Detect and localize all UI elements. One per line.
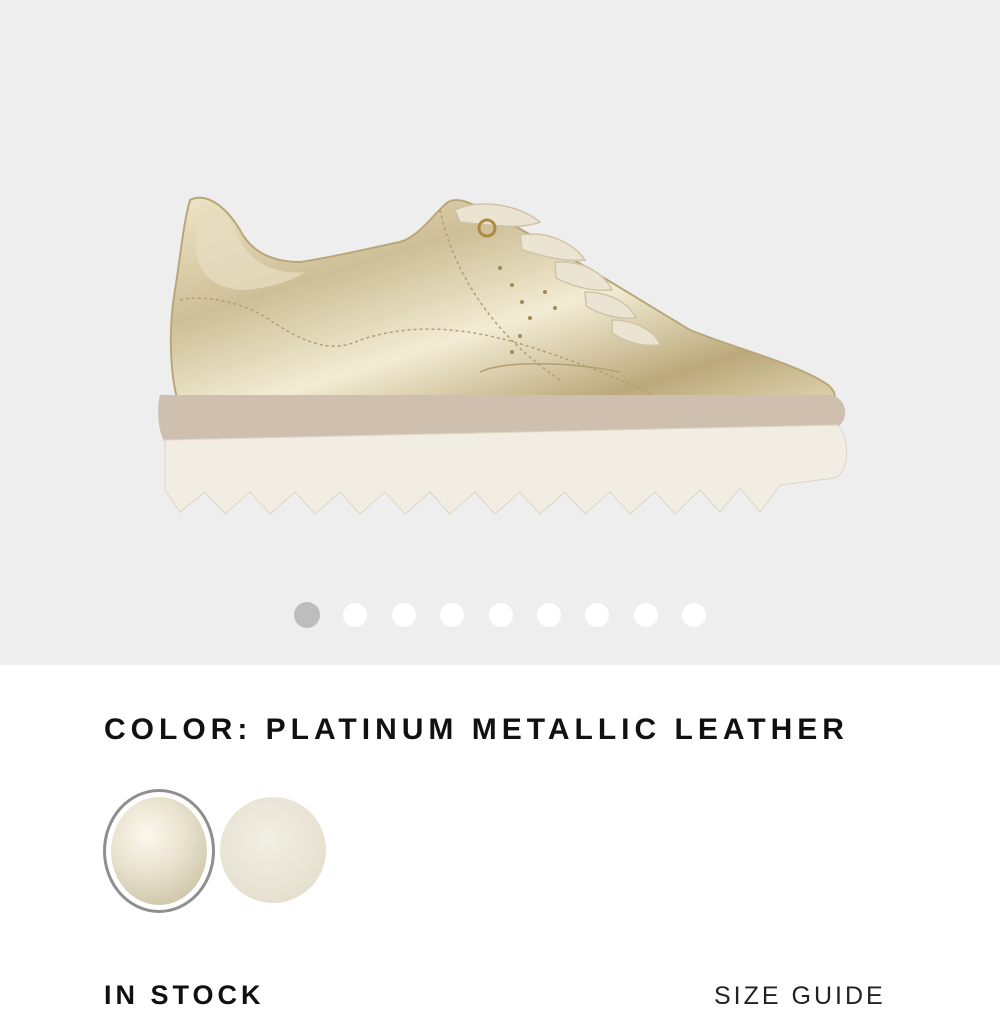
- color-label: COLOR: PLATINUM METALLIC LEATHER: [104, 713, 849, 746]
- gallery-pagination: [0, 602, 1000, 629]
- swatch-image: [220, 797, 326, 903]
- gallery-dot-7[interactable]: [585, 603, 609, 627]
- gallery-dot-4[interactable]: [440, 603, 464, 627]
- stock-status: IN STOCK: [104, 980, 265, 1010]
- product-image-gallery[interactable]: [0, 0, 1000, 665]
- gallery-dot-3[interactable]: [392, 603, 416, 627]
- gallery-dot-6[interactable]: [537, 603, 561, 627]
- product-image: [158, 196, 848, 515]
- gallery-dot-9[interactable]: [682, 603, 706, 627]
- size-guide-link[interactable]: SIZE GUIDE: [714, 982, 886, 1011]
- gallery-dot-1[interactable]: [294, 602, 320, 628]
- gallery-dot-2[interactable]: [343, 603, 367, 627]
- swatch-image: [111, 797, 207, 905]
- gallery-dot-5[interactable]: [489, 603, 513, 627]
- swatch-off-white[interactable]: [220, 797, 326, 903]
- gallery-dot-8[interactable]: [634, 603, 658, 627]
- swatch-platinum-metallic-leather[interactable]: [103, 789, 215, 913]
